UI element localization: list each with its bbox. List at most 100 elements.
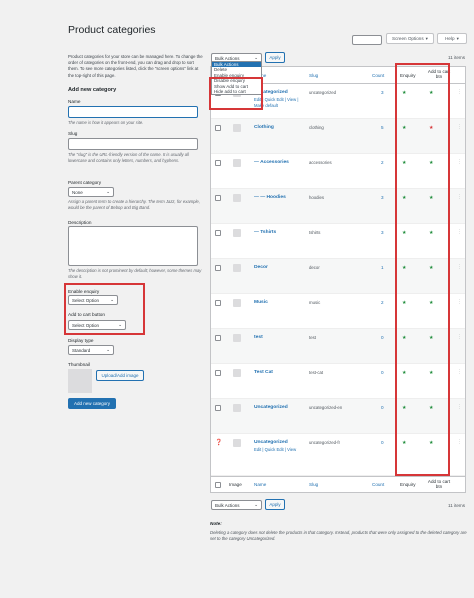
category-count-link[interactable]: 0: [381, 370, 384, 375]
row-checkbox[interactable]: [215, 160, 221, 166]
drag-handle-icon[interactable]: ⋮: [457, 299, 462, 305]
row-action-link[interactable]: View: [287, 97, 296, 102]
row-checkbox[interactable]: [215, 370, 221, 376]
chevron-down-icon: ⌄: [254, 502, 258, 507]
items-count-bottom: 11 items: [448, 503, 466, 508]
category-name-link[interactable]: — Accessories: [254, 160, 289, 165]
add-to-cart-select[interactable]: Select Option ⌄: [68, 320, 126, 330]
category-thumbnail-image: [233, 229, 241, 237]
category-slug: uncategorized-en: [309, 405, 343, 410]
drag-handle-icon[interactable]: ⋮: [457, 124, 462, 130]
category-name-link[interactable]: Uncategorized: [254, 440, 288, 445]
row-checkbox[interactable]: [215, 195, 221, 201]
parent-hint: Assign a parent term to create a hierarc…: [68, 199, 200, 210]
category-count-link[interactable]: 0: [381, 440, 384, 445]
chevron-down-icon: ⌄: [110, 297, 114, 302]
page-description: Product categories for your store can be…: [68, 54, 203, 78]
category-name-link[interactable]: test: [254, 335, 263, 340]
category-name-link[interactable]: — — Hoodies: [254, 195, 286, 200]
enable-enquiry-select[interactable]: Select Option ⌄: [68, 295, 118, 305]
category-name-link[interactable]: Test Cat: [254, 370, 273, 375]
category-count-link[interactable]: 2: [381, 160, 384, 165]
help-icon: ❓: [215, 440, 223, 446]
row-checkbox[interactable]: [215, 335, 221, 341]
bulk-actions-select-bottom[interactable]: Bulk Actions ⌄: [211, 500, 262, 510]
drag-handle-icon[interactable]: ⋮: [457, 439, 462, 445]
drag-handle-icon[interactable]: ⋮: [457, 229, 462, 235]
col-name-footer[interactable]: Name: [254, 482, 266, 487]
display-type-select[interactable]: Standard ⌄: [68, 345, 114, 355]
name-input[interactable]: [68, 106, 198, 118]
drag-handle-icon[interactable]: ⋮: [457, 369, 462, 375]
category-name-link[interactable]: Music: [254, 300, 268, 305]
slug-hint: The "slug" is the URL-friendly version o…: [68, 152, 189, 163]
display-type-value: Standard: [72, 347, 91, 353]
category-count-link[interactable]: 2: [381, 300, 384, 305]
thumbnail-placeholder-image: [68, 369, 92, 393]
category-count-link[interactable]: 0: [381, 405, 384, 410]
category-count-link[interactable]: 0: [381, 335, 384, 340]
category-count-link[interactable]: 3: [381, 195, 384, 200]
category-name-link[interactable]: Uncategorized: [254, 405, 288, 410]
category-count-link[interactable]: 3: [381, 90, 384, 95]
row-checkbox[interactable]: [215, 300, 221, 306]
col-slug[interactable]: Slug: [309, 73, 318, 78]
parent-select[interactable]: None ⌄: [68, 187, 114, 197]
table-footer: Image Name Slug Count Enquiry Add to car…: [211, 476, 465, 492]
row-action-link[interactable]: Quick Edit: [265, 447, 284, 452]
category-name-link[interactable]: — Tshirts: [254, 230, 276, 235]
drag-handle-icon[interactable]: ⋮: [457, 194, 462, 200]
search-categories-input[interactable]: [352, 35, 382, 45]
enable-enquiry-value: Select Option: [72, 297, 100, 303]
row-checkbox[interactable]: [215, 405, 221, 411]
category-thumbnail-image: [233, 124, 241, 132]
drag-handle-icon[interactable]: ⋮: [457, 334, 462, 340]
category-thumbnail-image: [233, 159, 241, 167]
display-type-label: Display type: [68, 338, 94, 343]
help-label: Help: [445, 36, 455, 41]
help-button[interactable]: Help ▾: [437, 33, 467, 44]
category-name-link[interactable]: Clothing: [254, 125, 274, 130]
category-slug: clothing: [309, 125, 324, 130]
slug-input[interactable]: [68, 138, 198, 150]
apply-button[interactable]: Apply: [265, 52, 285, 63]
category-count-link[interactable]: 3: [381, 230, 384, 235]
description-textarea[interactable]: [68, 226, 198, 266]
drag-handle-icon[interactable]: ⋮: [457, 264, 462, 270]
col-slug-footer[interactable]: Slug: [309, 482, 318, 487]
row-action-link[interactable]: Quick Edit: [265, 97, 284, 102]
col-count-footer[interactable]: Count: [372, 482, 384, 487]
note-title: Note:: [210, 521, 222, 526]
drag-handle-icon[interactable]: ⋮: [457, 159, 462, 165]
add-new-category-button[interactable]: Add new category: [68, 398, 116, 409]
category-thumbnail-image: [233, 194, 241, 202]
drag-handle-icon[interactable]: ⋮: [457, 404, 462, 410]
category-count-link[interactable]: 1: [381, 265, 384, 270]
category-name-link[interactable]: Decor: [254, 265, 268, 270]
enquiry-columns-highlight: [395, 63, 450, 476]
bulk-actions-value: Bulk Actions: [215, 55, 240, 61]
row-checkbox[interactable]: [215, 125, 221, 131]
caret-down-icon: ▾: [456, 35, 459, 41]
apply-button-bottom[interactable]: Apply: [265, 499, 285, 510]
row-action-link[interactable]: View: [287, 447, 296, 452]
upload-image-button[interactable]: Upload/Add image: [96, 370, 144, 381]
screen-options-label: Screen Options: [392, 36, 424, 41]
row-checkbox[interactable]: [215, 230, 221, 236]
category-thumbnail-image: [233, 264, 241, 272]
col-count[interactable]: Count: [372, 73, 384, 78]
category-thumbnail-image: [233, 439, 241, 447]
caret-down-icon: ▾: [425, 35, 428, 41]
screen-options-button[interactable]: Screen Options ▾: [386, 33, 434, 44]
select-all-checkbox-footer[interactable]: [215, 482, 221, 488]
category-count-link[interactable]: 5: [381, 125, 384, 130]
row-checkbox[interactable]: [215, 265, 221, 271]
drag-handle-icon[interactable]: ⋮: [457, 89, 462, 95]
slug-label: Slug: [68, 131, 78, 136]
col-image-footer: Image: [229, 482, 242, 487]
row-actions: Edit | Quick Edit | View: [254, 447, 304, 453]
name-label: Name: [68, 99, 81, 104]
category-thumbnail-image: [233, 334, 241, 342]
bulk-options-highlight: [209, 77, 263, 110]
add-to-cart-label: Add to cart button: [68, 312, 106, 317]
